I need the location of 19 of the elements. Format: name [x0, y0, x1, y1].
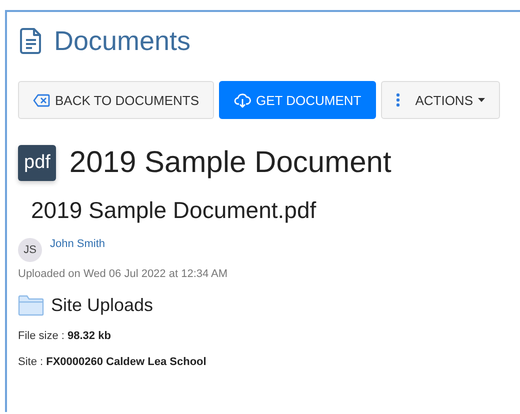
page-title: Documents: [54, 26, 191, 56]
cloud-download-icon: [234, 92, 251, 108]
backspace-icon: [33, 94, 50, 106]
get-document-button[interactable]: GET DOCUMENT: [218, 81, 376, 119]
detail-line: Site : FX0000260 Caldew Lea School: [18, 356, 208, 368]
document-icon: [20, 28, 42, 54]
actions-button[interactable]: ACTIONS: [381, 81, 500, 119]
user-avatar: JS: [18, 238, 42, 262]
detail-line: File size : 98.32 kb: [18, 330, 112, 342]
document-title: 2019 Sample Document: [69, 146, 392, 180]
caret-icon: [478, 98, 485, 102]
folder-icon: [18, 295, 44, 316]
file-type-badge: pdf: [18, 145, 56, 181]
upload-date: Uploaded on Wed 06 Jul 2022 at 12:34 AM: [18, 268, 229, 280]
folder-name: Site Uploads: [51, 295, 154, 316]
user-link[interactable]: John Smith: [50, 238, 106, 250]
more-vertical-icon: [396, 93, 400, 107]
back-button[interactable]: BACK TO DOCUMENTS: [18, 81, 214, 119]
file-name: 2019 Sample Document.pdf: [31, 197, 318, 224]
